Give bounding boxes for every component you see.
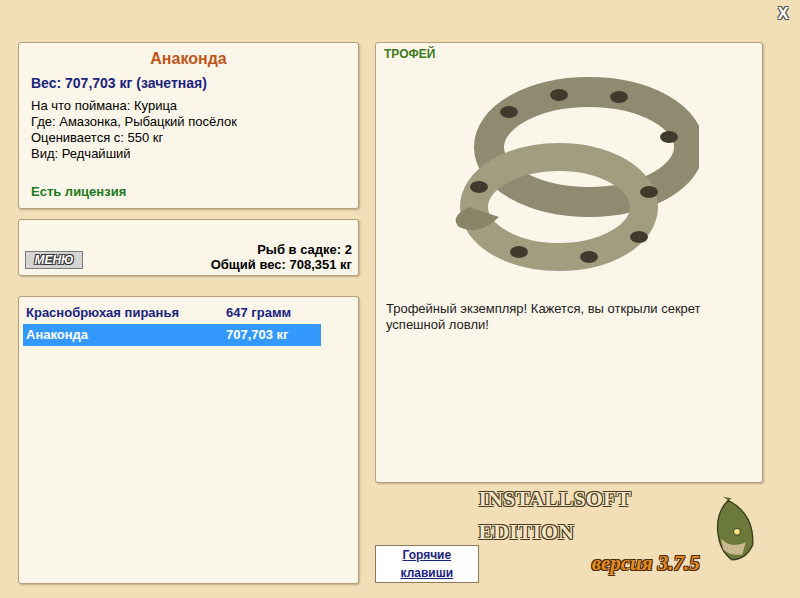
close-button[interactable]: X [774,4,792,24]
total-weight: Общий вес: 708,351 кг [211,257,352,272]
catch-detail: Оценивается с: 550 кг [31,130,346,146]
catch-detail: Где: Амазонка, Рыбацкий посёлок [31,114,346,130]
fish-list-row[interactable]: Анаконда707,703 кг [23,324,321,346]
catch-detail: Вид: Редчайший [31,146,346,162]
trophy-message: Трофейный экземпляр! Кажется, вы открыли… [384,301,754,333]
catch-info-panel: АнакондаВес: 707,703 кг (зачетная) На что… [18,42,359,209]
pike-icon [702,492,763,568]
trophy-panel: ТРОФЕЙ Трофейный экземпляр! Кажется, вы о… [375,42,763,483]
fish-name: Анаконда [26,325,226,345]
license-status: Есть лицензия [31,182,346,202]
fish-list-panel: Краснобрюхая пиранья647 граммАнаконда707… [18,296,359,584]
catch-name: Анаконда [31,47,346,71]
keepnet-summary: Рыб в садке: 2Общий вес: 708,351 кг [211,242,352,272]
version-label: версия 3.7.5 [592,548,700,580]
menu-button[interactable]: МЕНЮ [25,251,83,269]
fish-name: Краснобрюхая пиранья [26,303,226,323]
fish-weight: 647 грамм [226,303,291,323]
edition-label: INSTALLSOFT EDITION [479,482,700,548]
trophy-picture [439,67,699,287]
catch-detail: На что поймана: Курица [31,98,346,114]
keepnet-panel: МЕНЮ Рыб в садке: 2Общий вес: 708,351 кг [18,219,359,276]
branding: INSTALLSOFT EDITIONверсия 3.7.5 [479,482,763,580]
anaconda-icon [439,67,699,287]
fish-weight: 707,703 кг [226,325,289,345]
hotkeys-button[interactable]: Горячие клавиши [375,545,479,583]
catch-weight: Вес: 707,703 кг (зачетная) [31,73,346,94]
fish-list-row[interactable]: Краснобрюхая пиранья647 грамм [23,302,321,324]
trophy-badge: ТРОФЕЙ [384,45,754,63]
branding-text: INSTALLSOFT EDITIONверсия 3.7.5 [479,482,700,580]
content: АнакондаВес: 707,703 кг (зачетная)На что… [0,0,800,598]
right-column: ТРОФЕЙ Трофейный экземпляр! Кажется, вы о… [375,42,763,598]
game-window: XАнакондаВес: 707,703 кг (зачетная)На чт… [0,0,800,598]
left-column: АнакондаВес: 707,703 кг (зачетная)На что… [18,42,359,598]
catch-details: На что поймана: КурицаГде: Амазонка, Рыб… [31,98,346,162]
fish-count: Рыб в садке: 2 [257,242,352,257]
bottom-area: Горячие клавишиINSTALLSOFT EDITIONверсия… [375,483,763,598]
